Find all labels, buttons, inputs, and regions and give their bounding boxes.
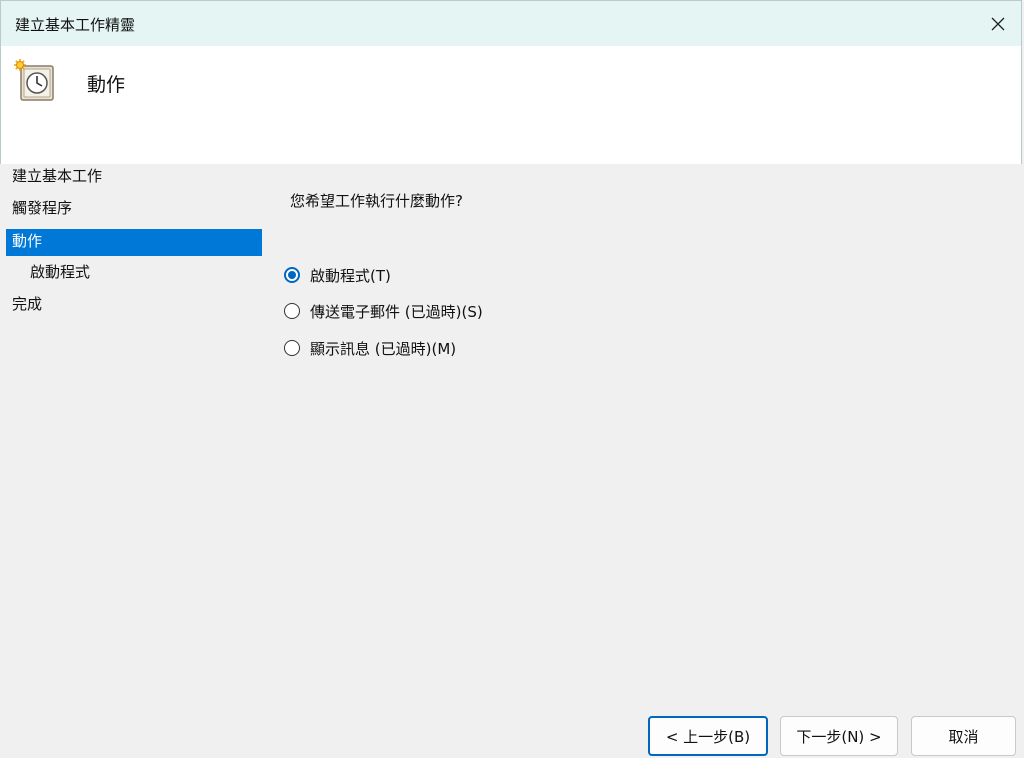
nav-step-trigger[interactable]: 觸發程序 [6, 196, 262, 223]
next-button[interactable]: 下一步(N) > [780, 716, 898, 756]
task-scheduler-clock-icon [14, 59, 54, 101]
display-message-label: 顯示訊息 (已過時)(M) [310, 339, 457, 358]
display-message-radio[interactable] [284, 340, 300, 356]
action-question: 您希望工作執行什麼動作? [290, 192, 463, 210]
window-title: 建立基本工作精靈 [15, 16, 136, 34]
option-send-email[interactable]: 傳送電子郵件 (已過時)(S) [284, 298, 483, 324]
send-email-label: 傳送電子郵件 (已過時)(S) [310, 302, 483, 321]
wizard-header: 動作 [0, 46, 1022, 164]
close-button[interactable] [975, 1, 1021, 47]
close-icon [991, 17, 1005, 31]
page-title: 動作 [87, 74, 126, 96]
title-bar: 建立基本工作精靈 [0, 0, 1022, 46]
wizard-steps-nav: 建立基本工作 觸發程序 動作 啟動程式 完成 [0, 164, 264, 758]
send-email-radio[interactable] [284, 303, 300, 319]
cancel-button[interactable]: 取消 [911, 716, 1016, 756]
start-program-radio[interactable] [284, 267, 300, 283]
start-program-label: 啟動程式(T) [310, 266, 391, 285]
nav-step-create-basic-task[interactable]: 建立基本工作 [6, 164, 262, 191]
nav-step-finish[interactable]: 完成 [6, 292, 262, 319]
back-button[interactable]: < 上一步(B) [648, 716, 768, 756]
option-start-program[interactable]: 啟動程式(T) [284, 262, 391, 288]
nav-step-action[interactable]: 動作 [6, 229, 262, 256]
nav-step-start-program[interactable]: 啟動程式 [6, 260, 262, 287]
main-content: 您希望工作執行什麼動作? 啟動程式(T) 傳送電子郵件 (已過時)(S) 顯示訊… [264, 164, 1022, 758]
option-display-message[interactable]: 顯示訊息 (已過時)(M) [284, 335, 456, 361]
